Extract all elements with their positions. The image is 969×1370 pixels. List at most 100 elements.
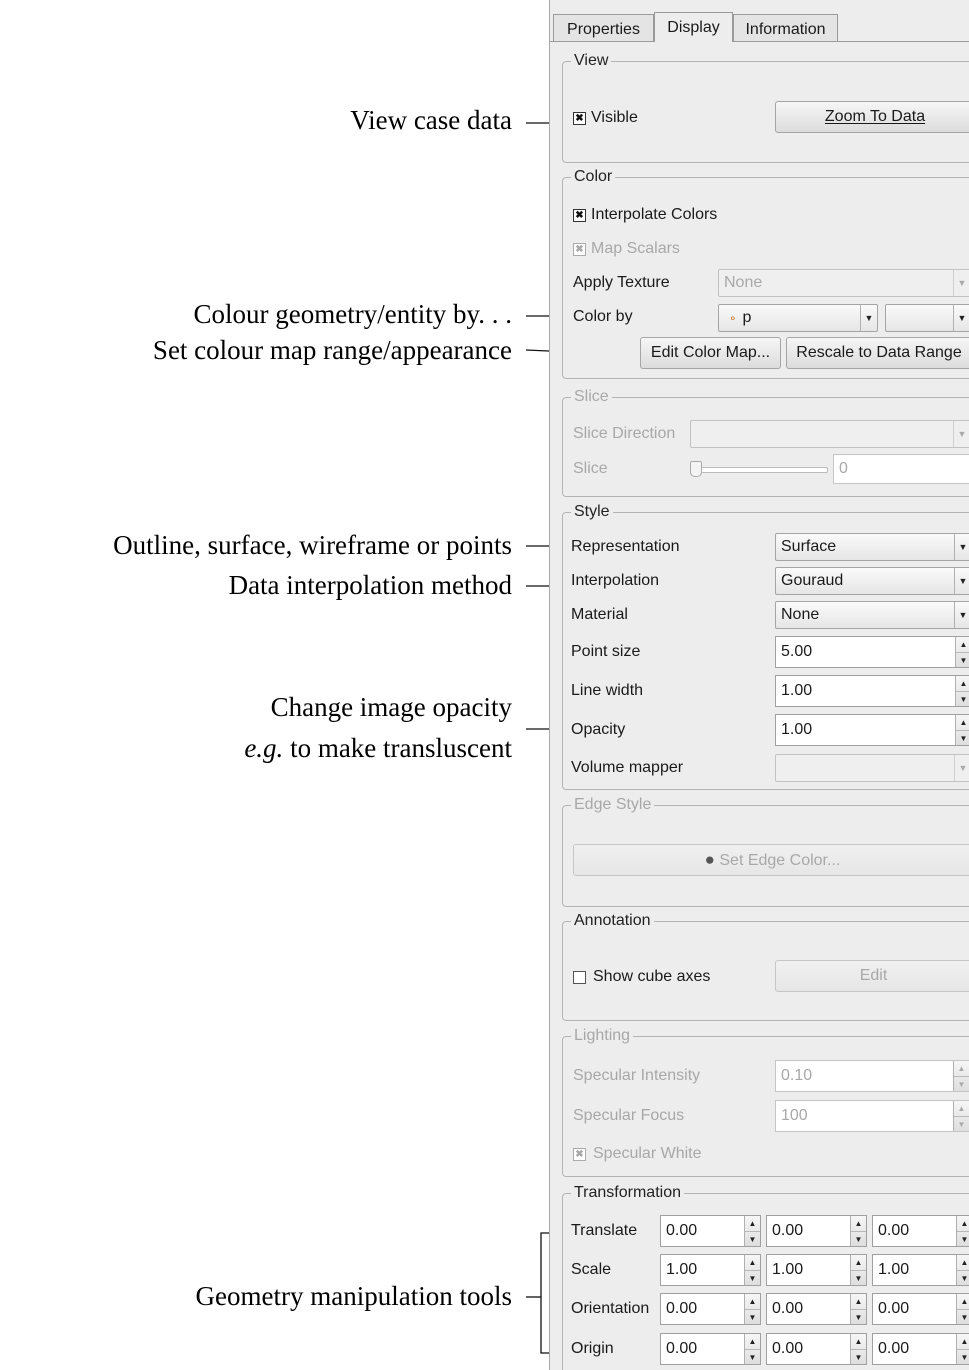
opacity-field[interactable]: 1.00 ▲ ▼ <box>775 714 969 746</box>
spin-up-icon[interactable]: ▲ <box>851 1294 866 1309</box>
specular-intensity-spin-arrows[interactable]: ▲ ▼ <box>953 1061 969 1091</box>
specular-intensity-field[interactable]: 0.10 ▲ ▼ <box>775 1060 969 1092</box>
spin-down-icon[interactable]: ▼ <box>851 1231 866 1247</box>
spin-down-icon[interactable]: ▼ <box>954 1076 969 1092</box>
spin-up-icon[interactable]: ▲ <box>957 1334 969 1349</box>
scale-z-spin-arrows[interactable]: ▲ ▼ <box>956 1255 969 1285</box>
orientation-x-field[interactable]: 0.00 ▲ ▼ <box>660 1293 761 1325</box>
material-combo[interactable]: None ▼ <box>775 601 969 629</box>
spin-down-icon[interactable]: ▼ <box>957 1349 969 1365</box>
visible-checkbox[interactable]: ✖ <box>573 112 586 125</box>
color-by-combo[interactable]: ∘ p ▼ <box>718 304 878 332</box>
slice-slider-handle[interactable] <box>690 461 702 477</box>
specular-focus-spin-arrows[interactable]: ▲ ▼ <box>953 1101 969 1131</box>
spin-down-icon[interactable]: ▼ <box>954 1116 969 1132</box>
slice-label: Slice <box>573 460 608 477</box>
spin-up-icon[interactable]: ▲ <box>956 715 969 730</box>
interpolate-colors-checkbox[interactable]: ✖ <box>573 209 586 222</box>
spin-down-icon[interactable]: ▼ <box>957 1231 969 1247</box>
specular-white-checkbox[interactable]: ✖ <box>573 1148 586 1161</box>
spin-down-icon[interactable]: ▼ <box>851 1349 866 1365</box>
spin-down-icon[interactable]: ▼ <box>745 1270 760 1286</box>
apply-texture-combo[interactable]: None ▼ <box>718 269 969 297</box>
scale-y-field[interactable]: 1.00 ▲ ▼ <box>766 1254 867 1286</box>
scale-y-spin-arrows[interactable]: ▲ ▼ <box>850 1255 866 1285</box>
orientation-z-spin-arrows[interactable]: ▲ ▼ <box>956 1294 969 1324</box>
transformation-group: Transformation Translate 0.00 ▲ ▼ 0.00 ▲ ▼ 0… <box>562 1183 969 1370</box>
spin-up-icon[interactable]: ▲ <box>851 1334 866 1349</box>
set-edge-color-button[interactable]: ● Set Edge Color... <box>573 844 969 876</box>
translate-z-field[interactable]: 0.00 ▲ ▼ <box>872 1215 969 1247</box>
translate-x-field[interactable]: 0.00 ▲ ▼ <box>660 1215 761 1247</box>
line-width-field[interactable]: 1.00 ▲ ▼ <box>775 675 969 707</box>
origin-y-field[interactable]: 0.00 ▲ ▼ <box>766 1333 867 1365</box>
translate-z-spin-arrows[interactable]: ▲ ▼ <box>956 1216 969 1246</box>
color-group-title: Color <box>571 167 616 187</box>
translate-z-value: 0.00 <box>878 1222 910 1239</box>
line-width-spin-arrows[interactable]: ▲ ▼ <box>955 676 969 706</box>
scale-z-field[interactable]: 1.00 ▲ ▼ <box>872 1254 969 1286</box>
representation-combo[interactable]: Surface ▼ <box>775 533 969 561</box>
spin-up-icon[interactable]: ▲ <box>957 1255 969 1270</box>
orientation-y-field[interactable]: 0.00 ▲ ▼ <box>766 1293 867 1325</box>
slice-slider-track[interactable] <box>690 467 828 473</box>
spin-up-icon[interactable]: ▲ <box>954 1061 969 1076</box>
origin-z-field[interactable]: 0.00 ▲ ▼ <box>872 1333 969 1365</box>
map-scalars-checkbox[interactable]: ✖ <box>573 243 586 256</box>
spin-up-icon[interactable]: ▲ <box>957 1216 969 1231</box>
specular-focus-field[interactable]: 100 ▲ ▼ <box>775 1100 969 1132</box>
color-by-component-combo[interactable]: ▼ <box>885 304 969 332</box>
color-by-value: p <box>742 309 752 326</box>
orientation-x-spin-arrows[interactable]: ▲ ▼ <box>744 1294 760 1324</box>
cube-axes-edit-button[interactable]: Edit <box>775 960 969 992</box>
spin-down-icon[interactable]: ▼ <box>851 1270 866 1286</box>
spin-up-icon[interactable]: ▲ <box>956 676 969 691</box>
spin-down-icon[interactable]: ▼ <box>745 1349 760 1365</box>
spin-up-icon[interactable]: ▲ <box>851 1216 866 1231</box>
spin-up-icon[interactable]: ▲ <box>957 1294 969 1309</box>
slice-value-field[interactable]: 0 <box>833 454 969 484</box>
tab-properties[interactable]: Properties <box>553 14 654 42</box>
interpolation-combo[interactable]: Gouraud ▼ <box>775 567 969 595</box>
spin-down-icon[interactable]: ▼ <box>745 1309 760 1325</box>
zoom-to-data-button[interactable]: Zoom To Data <box>775 101 969 133</box>
opacity-spin-arrows[interactable]: ▲ ▼ <box>955 715 969 745</box>
origin-x-spin-arrows[interactable]: ▲ ▼ <box>744 1334 760 1364</box>
specular-focus-label: Specular Focus <box>573 1107 685 1124</box>
orientation-z-field[interactable]: 0.00 ▲ ▼ <box>872 1293 969 1325</box>
tab-display[interactable]: Display <box>654 12 733 42</box>
material-value: None <box>781 606 820 623</box>
spin-down-icon[interactable]: ▼ <box>957 1270 969 1286</box>
scale-x-spin-arrows[interactable]: ▲ ▼ <box>744 1255 760 1285</box>
spin-up-icon[interactable]: ▲ <box>851 1255 866 1270</box>
spin-up-icon[interactable]: ▲ <box>745 1294 760 1309</box>
show-cube-axes-checkbox[interactable] <box>573 971 586 984</box>
translate-y-field[interactable]: 0.00 ▲ ▼ <box>766 1215 867 1247</box>
edit-color-map-button[interactable]: Edit Color Map... <box>640 337 781 369</box>
spin-up-icon[interactable]: ▲ <box>745 1216 760 1231</box>
volume-mapper-combo[interactable]: ▼ <box>775 754 969 782</box>
spin-down-icon[interactable]: ▼ <box>745 1231 760 1247</box>
origin-z-spin-arrows[interactable]: ▲ ▼ <box>956 1334 969 1364</box>
spin-up-icon[interactable]: ▲ <box>745 1334 760 1349</box>
orientation-y-spin-arrows[interactable]: ▲ ▼ <box>850 1294 866 1324</box>
translate-x-spin-arrows[interactable]: ▲ ▼ <box>744 1216 760 1246</box>
point-size-spin-arrows[interactable]: ▲ ▼ <box>955 637 969 667</box>
interpolation-value: Gouraud <box>781 572 844 589</box>
origin-y-spin-arrows[interactable]: ▲ ▼ <box>850 1334 866 1364</box>
tab-information[interactable]: Information <box>733 14 838 42</box>
spin-down-icon[interactable]: ▼ <box>851 1309 866 1325</box>
spin-up-icon[interactable]: ▲ <box>745 1255 760 1270</box>
spin-down-icon[interactable]: ▼ <box>956 652 969 668</box>
spin-down-icon[interactable]: ▼ <box>956 691 969 707</box>
scale-x-field[interactable]: 1.00 ▲ ▼ <box>660 1254 761 1286</box>
spin-down-icon[interactable]: ▼ <box>957 1309 969 1325</box>
rescale-to-data-range-button[interactable]: Rescale to Data Range <box>786 337 969 369</box>
spin-down-icon[interactable]: ▼ <box>956 730 969 746</box>
slice-direction-combo[interactable]: ▼ <box>690 420 969 448</box>
spin-up-icon[interactable]: ▲ <box>956 637 969 652</box>
origin-x-field[interactable]: 0.00 ▲ ▼ <box>660 1333 761 1365</box>
spin-up-icon[interactable]: ▲ <box>954 1101 969 1116</box>
translate-y-spin-arrows[interactable]: ▲ ▼ <box>850 1216 866 1246</box>
point-size-field[interactable]: 5.00 ▲ ▼ <box>775 636 969 668</box>
